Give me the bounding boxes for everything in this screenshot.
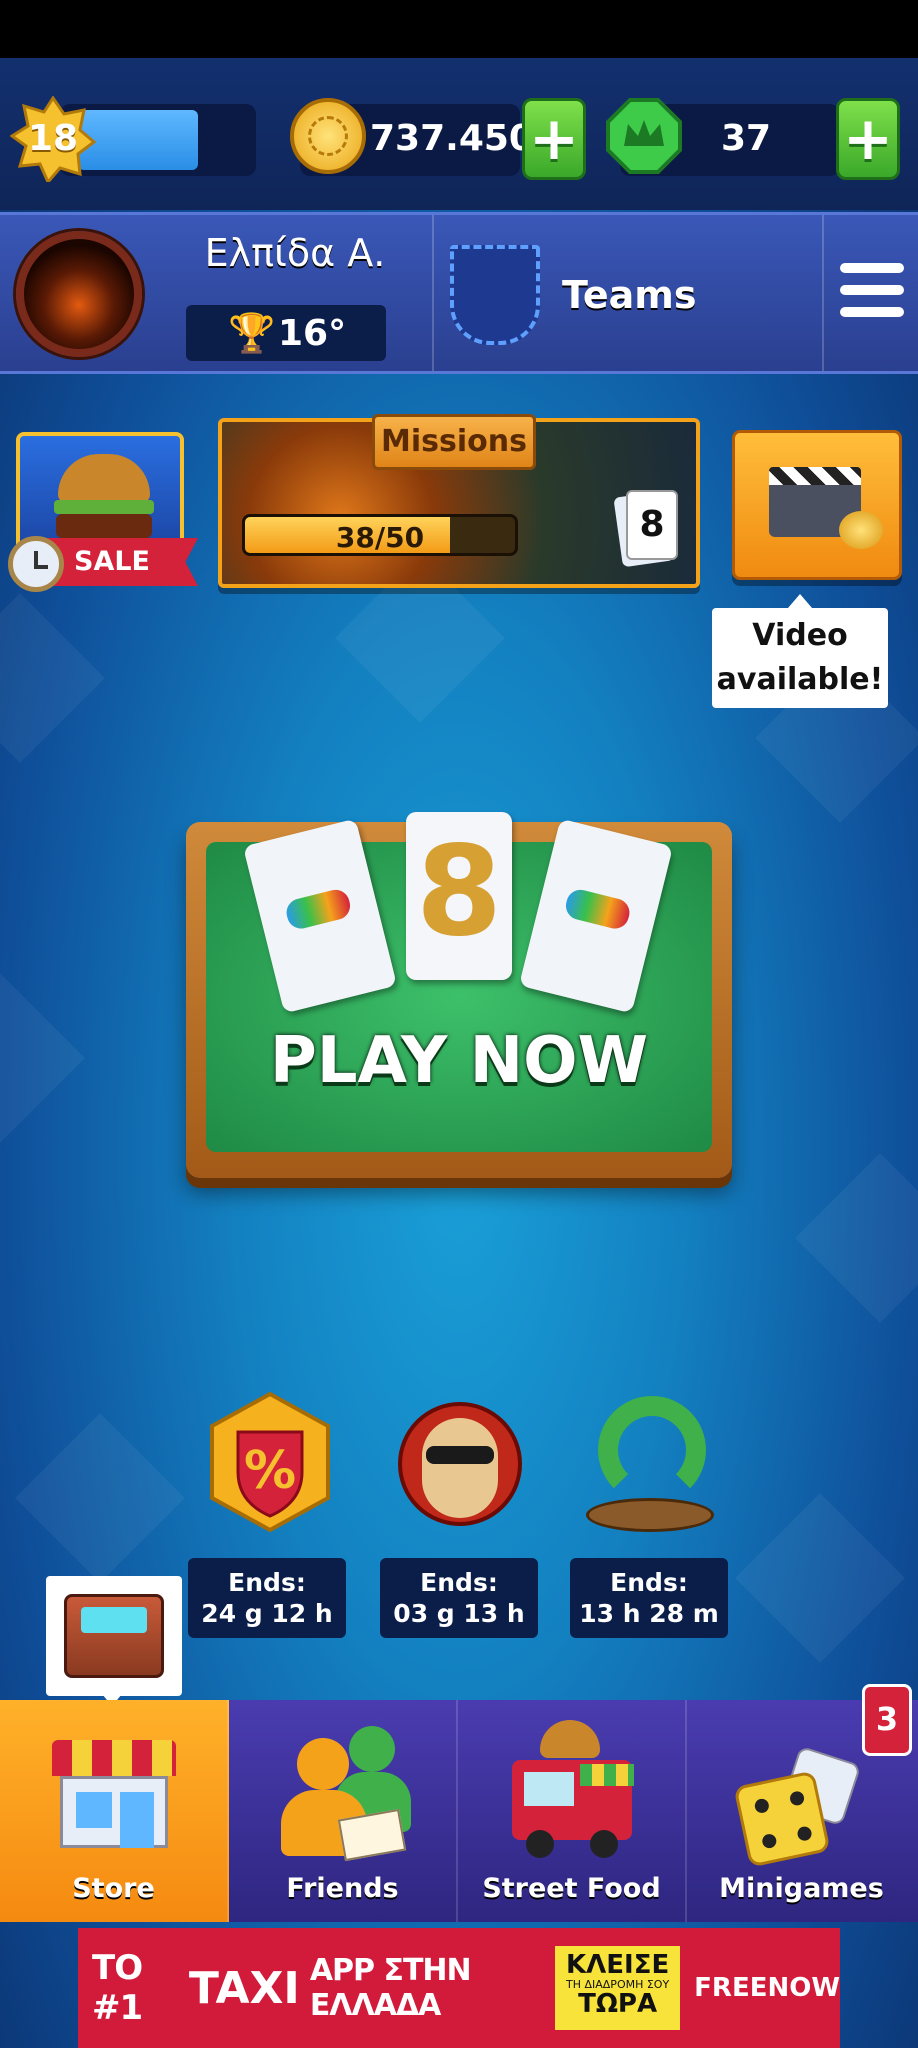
svg-text:%: % [244, 1441, 296, 1501]
burger-icon [58, 454, 150, 502]
missions-progress-text: 38/50 [335, 521, 425, 554]
team-crest-icon[interactable] [450, 245, 540, 345]
coins-stack-icon [839, 511, 883, 549]
store-icon [46, 1740, 182, 1850]
card-eight: 8 [406, 812, 512, 980]
gems-amount: 37 [720, 118, 772, 159]
ad-brand: FREENOW [694, 1973, 840, 2003]
hamburger-menu-button[interactable] [840, 263, 904, 319]
missions-title: Missions [381, 424, 527, 459]
store-chest-bubble[interactable] [46, 1576, 182, 1706]
ad-cta[interactable]: ΚΛΕΙΣΕ ΤΗ ΔΙΑΔΡΟΜΗ ΣΟΥ ΤΩΡΑ [555, 1946, 681, 2030]
status-bar [0, 0, 918, 58]
coins-amount: 737.450 [370, 118, 534, 159]
bottom-nav: Store Friends Street Food Minigames [0, 1700, 918, 1922]
video-reward-button[interactable] [732, 430, 902, 580]
plus-icon: + [528, 104, 580, 174]
missions-card[interactable]: Missions 38/50 8 [218, 414, 700, 588]
teams-label[interactable]: Teams [562, 273, 697, 317]
video-line1: Video [752, 618, 848, 653]
ad-cta-line1: ΚΛΕΙΣΕ [565, 1950, 670, 1980]
ad-banner[interactable]: ΤΟ #1 TAXI APP ΣΤΗΝ ΕΛΛΑΔΑ ΚΛΕΙΣΕ ΤΗ ΔΙΑ… [78, 1928, 840, 2048]
nav-tab-store[interactable]: Store [0, 1700, 229, 1922]
ends-label: Ends: [420, 1567, 498, 1597]
card-logo-icon [563, 886, 633, 932]
rank-box[interactable]: 🏆 16° [186, 305, 386, 361]
resource-bar: 18 737.450 + 37 + [0, 58, 918, 210]
divider [822, 215, 824, 371]
chef-event-button[interactable] [388, 1392, 532, 1536]
coin-icon [290, 98, 366, 174]
trophy-icon: 🏆 [228, 311, 276, 355]
ends-time: 24 g 12 h [201, 1599, 333, 1628]
badge-count: 3 [875, 1700, 899, 1738]
missions-progress-bar: 38/50 [242, 514, 518, 556]
divider [432, 215, 434, 371]
ends-label: Ends: [610, 1567, 688, 1597]
nav-label: Store [72, 1873, 155, 1904]
eight-symbol-icon: 8 [415, 820, 503, 964]
ends-time: 03 g 13 h [393, 1599, 525, 1628]
cards-count-badge: 8 [626, 490, 678, 560]
video-available-tooltip: Video available! [712, 594, 888, 708]
discount-event-button[interactable]: % [208, 1391, 332, 1533]
avatar[interactable] [16, 231, 142, 357]
sale-label: SALE [74, 546, 150, 577]
missions-title-banner: Missions [372, 414, 536, 470]
ends-label: Ends: [228, 1567, 306, 1597]
food-truck-icon [502, 1720, 642, 1860]
level-number: 18 [27, 118, 79, 159]
envelope-icon [337, 1808, 407, 1862]
video-line2: available! [716, 662, 884, 697]
nav-tab-street-food[interactable]: Street Food [458, 1700, 687, 1922]
discount-shield-icon: % [210, 1391, 330, 1533]
ad-text-1: ΤΟ #1 [92, 1948, 143, 2028]
minigames-badge: 3 [862, 1684, 912, 1756]
add-gems-button[interactable]: + [836, 98, 900, 180]
nav-tab-friends[interactable]: Friends [229, 1700, 458, 1922]
event-timer: Ends: 24 g 12 h [188, 1558, 346, 1638]
nav-label: Friends [286, 1873, 399, 1904]
event-timer: Ends: 03 g 13 h [380, 1558, 538, 1638]
event-timer: Ends: 13 h 28 m [570, 1558, 728, 1638]
player-name: Ελπίδα Α. [204, 231, 386, 275]
play-now-label: PLAY NOW [269, 1024, 649, 1098]
beanstalk-event-button[interactable] [580, 1392, 720, 1536]
beanstalk-icon [598, 1396, 706, 1504]
add-coins-button[interactable]: + [522, 98, 586, 180]
ad-cta-line3: ΤΩΡΑ [578, 1988, 658, 2019]
crown-gem-icon [606, 98, 682, 174]
plus-icon: + [842, 104, 894, 174]
timer-clock-icon [8, 536, 64, 592]
rank-value: 16° [278, 313, 347, 354]
profile-bar: Ελπίδα Α. 🏆 16° Teams [0, 212, 918, 374]
ends-time: 13 h 28 m [579, 1599, 719, 1628]
dice-icon [733, 1745, 877, 1870]
level-badge[interactable]: 18 [9, 95, 97, 185]
card-logo-icon [283, 886, 353, 932]
nav-label: Street Food [482, 1873, 661, 1904]
ad-text-2: TAXI [188, 1962, 300, 2014]
cards-count: 8 [639, 504, 665, 545]
menu-icon [840, 263, 904, 273]
nav-label: Minigames [719, 1873, 884, 1904]
ad-text-3: APP ΣΤΗΝ ΕΛΛΑΔΑ [309, 1953, 472, 2023]
treasure-chest-icon [64, 1594, 164, 1678]
xp-bar-fill [78, 110, 198, 170]
friends-icon [281, 1720, 411, 1862]
